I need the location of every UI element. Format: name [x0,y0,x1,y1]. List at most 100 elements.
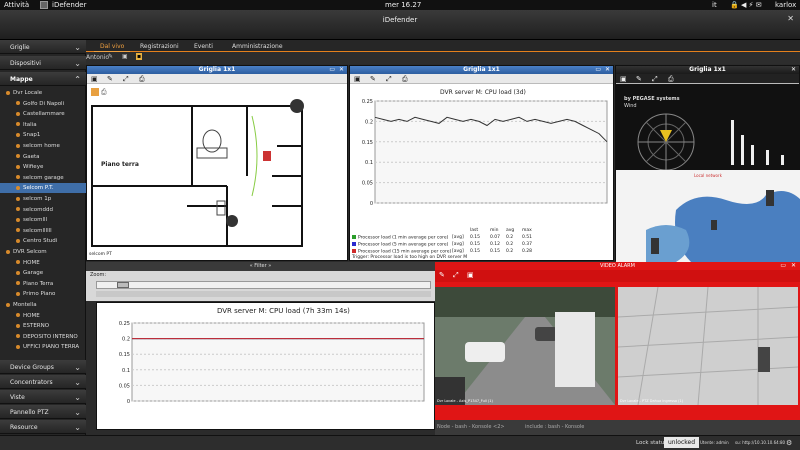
time-slider[interactable] [96,281,431,289]
sidebar-section-resource[interactable]: Resource ⌄ [0,420,86,434]
pencil-icon[interactable]: ✎ [108,53,113,60]
panel-cpu-chart: Griglia 1x1 ▭ ✕ ▣ ✎ ⤢ ⎙ DVR server M: CP… [349,65,614,261]
tree-item-label: selcomllllll [23,227,52,234]
user-menu[interactable]: karlox [775,1,796,9]
sidebar-section-dispositivi[interactable]: Dispositivi ⌄ [0,56,86,70]
sidebar-section-mappe[interactable]: Mappe ⌃ [0,72,86,86]
map-icon [16,175,20,180]
panel-title: Griglia 1x1 [87,66,347,74]
close-icon[interactable]: ✕ [787,14,794,23]
tree-item[interactable]: DVR Selcom [0,247,86,257]
monitor-icon[interactable]: ▣ [91,75,98,83]
sidebar-section-griglie[interactable]: Griglie ⌄ [0,40,86,54]
close-icon[interactable]: ✕ [339,66,344,73]
activities-button[interactable]: Attività [4,1,29,9]
tree-item-label: Gaeta [23,153,40,160]
tree-item-label: ESTERNO [23,323,50,330]
save-icon[interactable]: ▣ [467,271,474,279]
time-slider-handle[interactable] [117,282,129,288]
tree-item[interactable]: Wifieye [0,162,86,172]
save-icon[interactable]: ▣ [122,53,128,60]
lock-icon[interactable]: ▪ [136,53,143,60]
sidebar-section-device-groups[interactable]: Device Groups ⌄ [0,360,86,374]
sidebar-section-concentrators[interactable]: Concentrators ⌄ [0,375,86,389]
legend-header-max: max [522,228,532,233]
tree-item[interactable]: Italia [0,120,86,130]
close-icon[interactable]: ✕ [791,66,796,73]
pencil-icon[interactable]: ✎ [439,271,445,279]
expand-icon[interactable]: ⤢ [123,75,129,84]
sidebar-section-ptz[interactable]: Pannello PTZ ⌄ [0,405,86,419]
tree-item-label: HOME [23,259,40,266]
filter-bar[interactable]: « Filter » [86,262,435,271]
print-icon[interactable]: ⎙ [668,75,674,84]
section-label: Device Groups [10,364,54,371]
maximize-icon[interactable]: ▭ [780,262,786,269]
minimize-icon[interactable]: ▭ [595,66,601,73]
tree-item[interactable]: Gaeta [0,152,86,162]
tree-item[interactable]: selcomddd [0,205,86,215]
print-icon[interactable]: ⎙ [402,75,408,84]
tab-dal-vivo[interactable]: Dal vivo [94,42,131,52]
tab-amministrazione[interactable]: Amministrazione [226,42,289,51]
system-tray-icons[interactable]: 🔒 ◀ ⚡ ✉ [730,1,762,9]
tree-item[interactable]: Dvr Locale [0,88,86,98]
minimize-icon[interactable]: ▭ [329,66,335,73]
pencil-icon[interactable]: ✎ [636,75,642,83]
monitor-icon[interactable]: ▣ [354,75,361,83]
tree-item[interactable]: selcom home [0,141,86,151]
map-icon [16,207,20,212]
tree-item-label: UFFICI PIANO TERRA [23,344,80,351]
tab-eventi[interactable]: Eventi [188,42,219,51]
section-label: Mappe [10,76,33,83]
tree-item[interactable]: selcom 1p [0,194,86,204]
pencil-icon[interactable]: ✎ [107,75,113,83]
tree-item[interactable]: HOME [0,258,86,268]
tree-item[interactable]: Snap1 [0,130,86,140]
taskbar-item-konsole-2[interactable]: Node - bash - Konsole <2> [437,424,505,430]
camera-feed-2[interactable]: Dvr Locale - PTZ Dahua ingresso (1) [618,287,798,405]
tree-item[interactable]: selcomllllll [0,226,86,236]
app-name[interactable]: iDefender [52,1,86,9]
chart-trigger-text: Trigger: Processor load is too high on D… [352,255,468,260]
window-title: iDefender [382,16,418,24]
tree-item-label: Selcom P.T. [23,185,54,192]
lock-status-value[interactable]: unlocked [664,437,700,448]
os-top-bar: Attività iDefender mer 16.27 it 🔒 ◀ ⚡ ✉ … [0,0,800,10]
sidebar-section-viste[interactable]: Viste ⌄ [0,390,86,404]
pencil-icon[interactable]: ✎ [370,75,376,83]
tree-item[interactable]: Primo Piano [0,289,86,299]
close-icon[interactable]: ✕ [605,66,610,73]
map-icon [16,143,20,148]
tree-item[interactable]: Centro Studi [0,236,86,246]
expand-icon[interactable]: ⤢ [386,75,392,84]
tree-item[interactable]: ESTERNO [0,321,86,331]
chevron-down-icon: ⌄ [74,43,81,52]
tree-item[interactable]: Montella [0,300,86,310]
expand-icon[interactable]: ⤢ [453,271,459,280]
monitor-icon[interactable]: ▣ [620,75,627,83]
server-info: su: http://10.10.10.64:80 [735,440,786,445]
tree-item[interactable]: UFFICI PIANO TERRA [0,342,86,352]
taskbar-item-konsole[interactable]: include : bash - Konsole [525,424,584,430]
tree-item[interactable]: Castellammare [0,109,86,119]
tree-item[interactable]: HOME [0,311,86,321]
y-tick-label: 0 [127,399,130,405]
print-icon[interactable]: ⎙ [139,75,145,84]
close-icon[interactable]: ✕ [791,262,796,269]
tab-registrazioni[interactable]: Registrazioni [134,42,185,51]
tree-item[interactable]: DEPOSITO INTERNO [0,332,86,342]
wind-compass [637,113,784,170]
camera-feed-1[interactable]: Dvr Locale - Axis_P1347_Full (1) [435,287,615,405]
tree-item[interactable]: Golfo Di Napoli [0,99,86,109]
legend-value: 0.12 [490,242,501,247]
clock[interactable]: mer 16.27 [385,1,421,9]
tree-item[interactable]: Garage [0,268,86,278]
expand-icon[interactable]: ⤢ [652,75,658,84]
language-indicator[interactable]: it [712,1,717,9]
tree-item[interactable]: selcom garage [0,173,86,183]
tree-item[interactable]: Piano Terra [0,279,86,289]
tree-item[interactable]: Selcom P.T. [0,183,86,194]
settings-icon[interactable]: ⚙ [786,439,792,447]
tree-item[interactable]: selcomlll [0,215,86,225]
